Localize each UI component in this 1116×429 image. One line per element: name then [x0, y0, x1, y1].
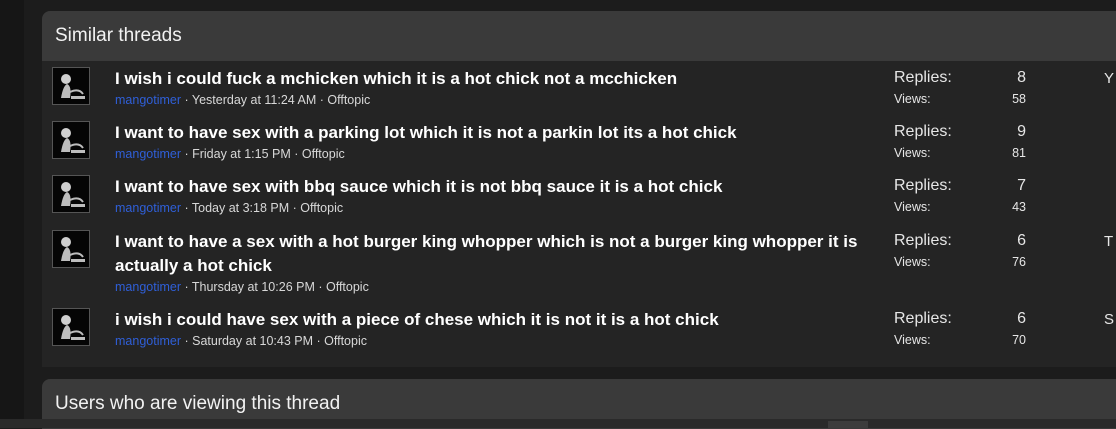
avatar[interactable]	[52, 308, 90, 346]
thread-author[interactable]: mangotimer	[115, 201, 181, 215]
thread-meta: mangotimer · Thursday at 10:26 PM · Offt…	[115, 280, 369, 294]
views-count: 76	[1012, 255, 1026, 269]
views-count: 43	[1012, 200, 1026, 214]
thread-date-forum: · Saturday at 10:43 PM · Offtopic	[181, 334, 367, 348]
similar-threads-list: I wish i could fuck a mchicken which it …	[42, 61, 1116, 367]
avatar[interactable]	[52, 175, 90, 213]
replies-count: 7	[1017, 177, 1026, 194]
replies-count: 6	[1017, 310, 1026, 327]
views-label: Views:	[894, 92, 931, 106]
thread-title[interactable]: I want to have sex with a parking lot wh…	[115, 121, 875, 145]
views-label: Views:	[894, 146, 931, 160]
thread-author[interactable]: mangotimer	[115, 334, 181, 348]
thread-date-forum: · Thursday at 10:26 PM · Offtopic	[181, 280, 369, 294]
thread-title[interactable]: I want to have sex with bbq sauce which …	[115, 175, 875, 199]
thread-date-forum: · Today at 3:18 PM · Offtopic	[181, 201, 344, 215]
replies-label: Replies:	[894, 177, 952, 194]
thread-meta: mangotimer · Today at 3:18 PM · Offtopic	[115, 201, 343, 215]
main-content: Similar threads I wish i could fuck a mc…	[24, 0, 1116, 429]
replies-label: Replies:	[894, 232, 952, 249]
thread-title[interactable]: I want to have a sex with a hot burger k…	[115, 230, 875, 278]
replies-count: 6	[1017, 232, 1026, 249]
thread-meta: mangotimer · Friday at 1:15 PM · Offtopi…	[115, 147, 345, 161]
thread-date-forum: · Friday at 1:15 PM · Offtopic	[181, 147, 345, 161]
similar-threads-header: Similar threads	[42, 11, 1116, 61]
views-count: 58	[1012, 92, 1026, 106]
thread-author[interactable]: mangotimer	[115, 93, 181, 107]
avatar[interactable]	[52, 230, 90, 268]
latest-activity[interactable]: S	[1104, 311, 1114, 328]
avatar[interactable]	[52, 67, 90, 105]
replies-count: 8	[1017, 69, 1026, 86]
views-count: 70	[1012, 333, 1026, 347]
replies-label: Replies:	[894, 123, 952, 140]
bottom-tab[interactable]	[828, 421, 868, 428]
thread-title[interactable]: i wish i could have sex with a piece of …	[115, 308, 875, 332]
thread-author[interactable]: mangotimer	[115, 147, 181, 161]
views-label: Views:	[894, 200, 931, 214]
avatar[interactable]	[52, 121, 90, 159]
thread-date-forum: · Yesterday at 11:24 AM · Offtopic	[181, 93, 371, 107]
left-gutter	[0, 0, 24, 428]
replies-label: Replies:	[894, 69, 952, 86]
views-label: Views:	[894, 333, 931, 347]
thread-author[interactable]: mangotimer	[115, 280, 181, 294]
bottom-bar	[0, 419, 1116, 428]
latest-activity[interactable]: Y	[1104, 70, 1114, 87]
replies-label: Replies:	[894, 310, 952, 327]
replies-count: 9	[1017, 123, 1026, 140]
thread-meta: mangotimer · Saturday at 10:43 PM · Offt…	[115, 334, 367, 348]
thread-title[interactable]: I wish i could fuck a mchicken which it …	[115, 67, 875, 91]
thread-meta: mangotimer · Yesterday at 11:24 AM · Off…	[115, 93, 370, 107]
views-label: Views:	[894, 255, 931, 269]
views-count: 81	[1012, 146, 1026, 160]
latest-activity[interactable]: T	[1104, 233, 1113, 250]
